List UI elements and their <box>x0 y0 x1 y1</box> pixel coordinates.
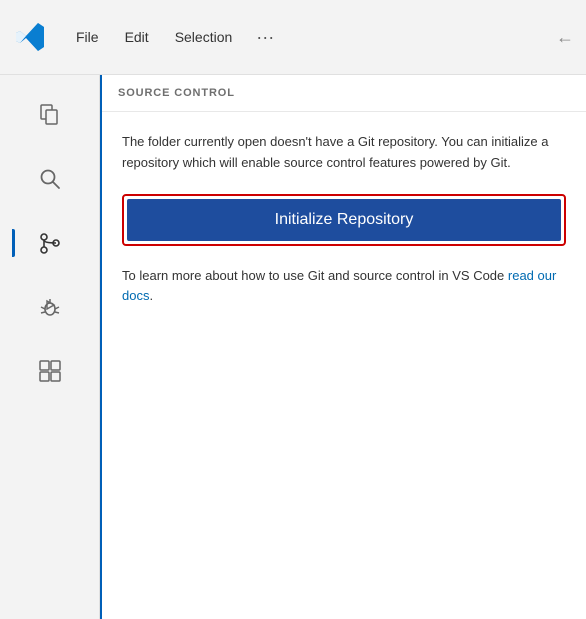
panel-header: SOURCE CONTROL <box>102 75 586 112</box>
explorer-icon <box>36 101 64 129</box>
sidebar-item-explorer[interactable] <box>20 85 80 145</box>
footer-text-before: To learn more about how to use Git and s… <box>122 268 508 283</box>
menu-bar: File Edit Selection ··· <box>66 23 282 52</box>
run-icon <box>36 293 64 321</box>
vscode-logo <box>12 19 48 55</box>
info-text: The folder currently open doesn't have a… <box>122 132 566 174</box>
panel-content: The folder currently open doesn't have a… <box>102 112 586 327</box>
init-button-wrapper: Initialize Repository <box>122 194 566 246</box>
search-icon <box>37 166 63 192</box>
menu-selection[interactable]: Selection <box>165 25 243 49</box>
initialize-repository-button[interactable]: Initialize Repository <box>127 199 561 241</box>
title-bar: File Edit Selection ··· ← <box>0 0 586 75</box>
menu-file[interactable]: File <box>66 25 109 49</box>
menu-more[interactable]: ··· <box>248 23 282 52</box>
source-control-panel: SOURCE CONTROL The folder currently open… <box>100 75 586 619</box>
footer-text-after: . <box>149 288 153 303</box>
activity-bar <box>0 75 100 619</box>
menu-edit[interactable]: Edit <box>115 25 159 49</box>
sidebar-item-extensions[interactable] <box>20 341 80 401</box>
extensions-icon <box>36 357 64 385</box>
sidebar-item-run[interactable] <box>20 277 80 337</box>
sidebar-item-source-control[interactable] <box>20 213 80 273</box>
main-layout: SOURCE CONTROL The folder currently open… <box>0 75 586 619</box>
footer-text: To learn more about how to use Git and s… <box>122 266 566 308</box>
source-control-icon <box>36 229 64 257</box>
back-button[interactable]: ← <box>556 27 574 48</box>
sidebar-item-search[interactable] <box>20 149 80 209</box>
